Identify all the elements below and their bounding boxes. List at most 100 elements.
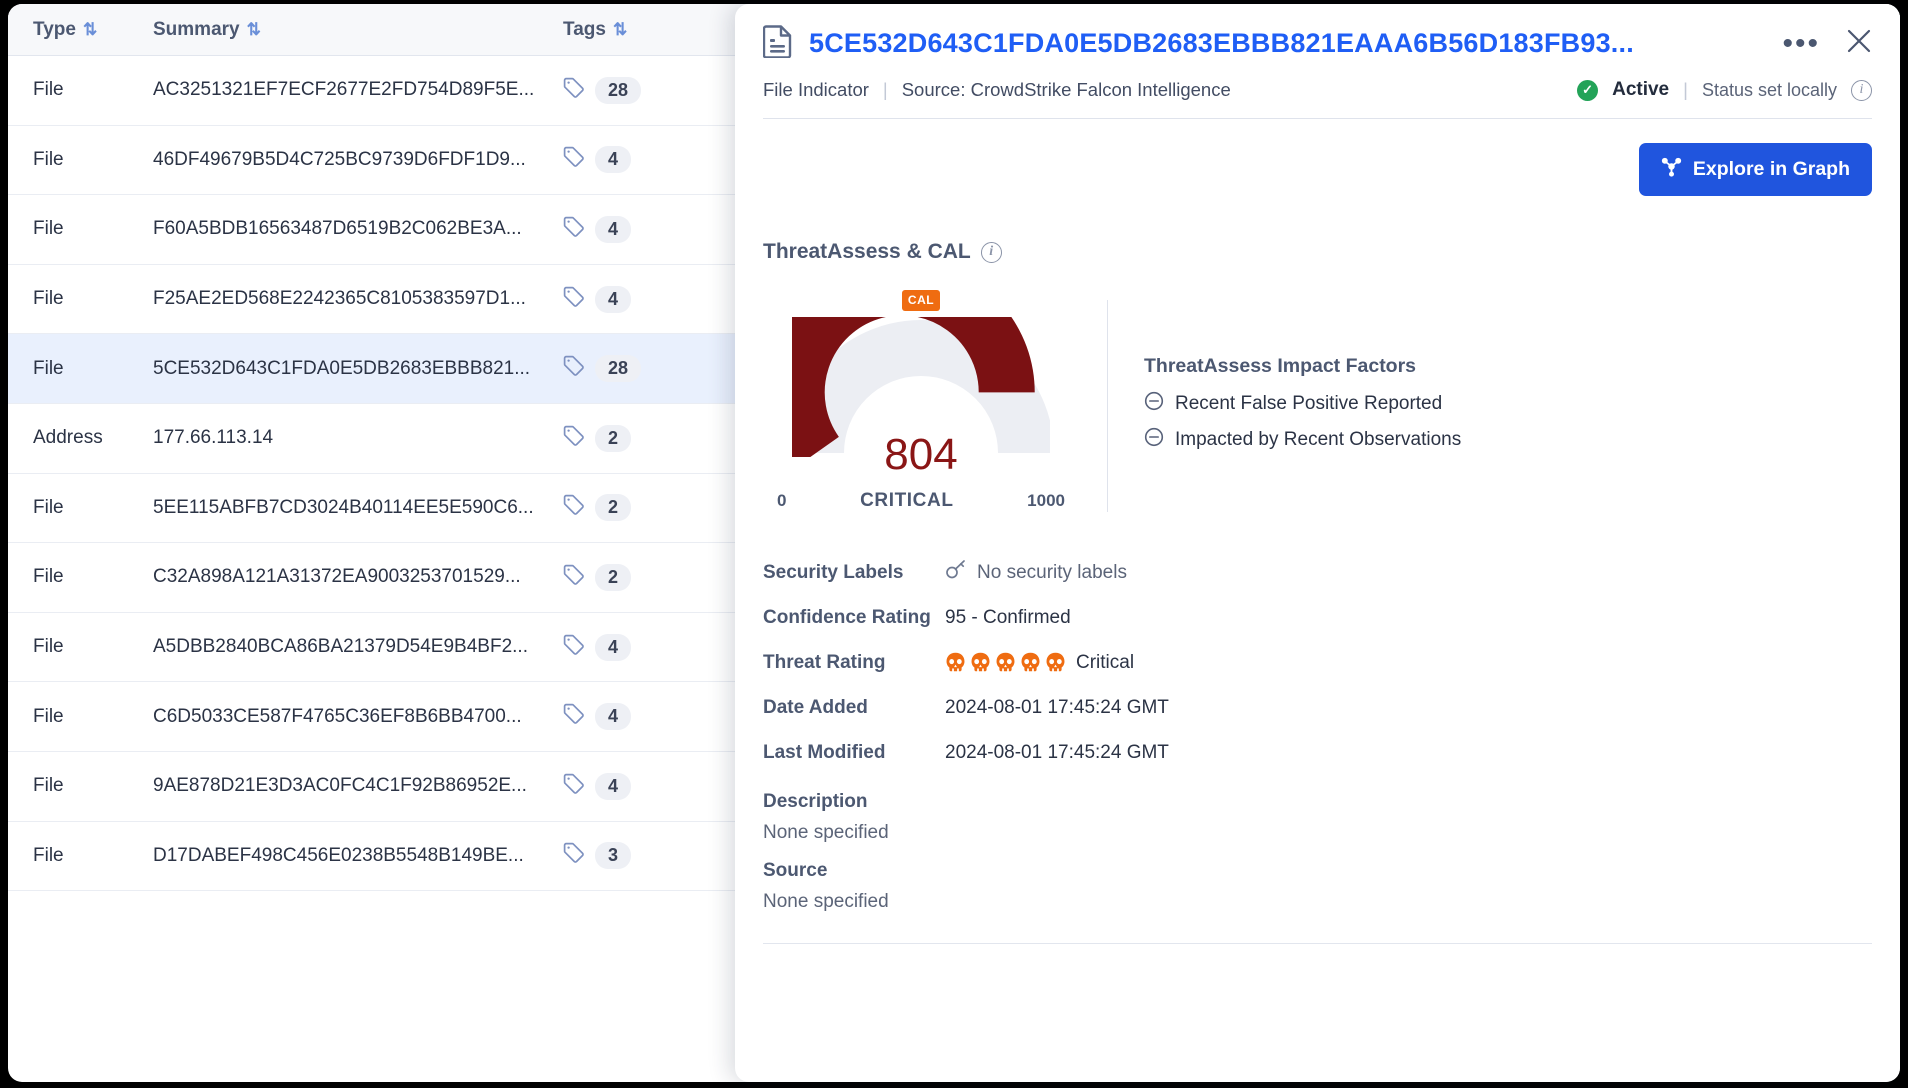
minus-circle-icon [1144, 391, 1164, 417]
tag-icon [563, 146, 585, 173]
panel-subheader: File Indicator | Source: CrowdStrike Fal… [763, 79, 1872, 101]
sort-icon[interactable]: ⇅ [83, 21, 95, 38]
sort-icon[interactable]: ⇅ [247, 21, 259, 38]
field-row: Confidence Rating95 - Confirmed [763, 595, 1872, 640]
cell-summary: F25AE2ED568E2242365C8105383597D1... [153, 288, 563, 310]
column-header-tags[interactable]: Tags ⇅ [563, 19, 625, 41]
detail-fields: Security LabelsNo security labelsConfide… [763, 550, 1872, 775]
panel-title-row: 5CE532D643C1FDA0E5DB2683EBBB821EAAA6B56D… [763, 24, 1872, 63]
cell-type: File [33, 845, 153, 867]
field-value-text: Critical [1076, 652, 1134, 674]
divider: | [1683, 79, 1688, 101]
cell-type: File [33, 566, 153, 588]
document-icon [763, 24, 793, 63]
detail-block: SourceNone specified [763, 860, 1872, 913]
field-value-text: 2024-08-01 17:45:24 GMT [945, 697, 1169, 719]
cell-type: File [33, 149, 153, 171]
cell-tags: 2 [563, 425, 631, 452]
field-row: Date Added2024-08-01 17:45:24 GMT [763, 685, 1872, 730]
tag-icon [563, 355, 585, 382]
field-row: Last Modified2024-08-01 17:45:24 GMT [763, 730, 1872, 775]
cell-tags: 4 [563, 216, 631, 243]
tag-count: 2 [595, 425, 631, 452]
cell-type: Address [33, 427, 153, 449]
cell-summary: A5DBB2840BCA86BA21379D54E9B4BF2... [153, 636, 563, 658]
indicator-type-label: File Indicator [763, 79, 869, 101]
cell-type: File [33, 636, 153, 658]
field-value: 2024-08-01 17:45:24 GMT [945, 697, 1169, 719]
column-header-summary-label: Summary [153, 19, 240, 41]
gauge-score-value: 804 [763, 430, 1079, 480]
field-label: Confidence Rating [763, 607, 945, 629]
panel-header-actions: ••• [1782, 28, 1872, 59]
gauge-min-label: 0 [777, 491, 786, 511]
tag-count: 4 [595, 286, 631, 313]
tag-icon [563, 773, 585, 800]
gauge-footer: 0 CRITICAL 1000 [763, 490, 1079, 512]
tag-count: 4 [595, 634, 631, 661]
close-icon[interactable] [1846, 28, 1872, 59]
cell-summary: 9AE878D21E3D3AC0FC4C1F92B86952E... [153, 775, 563, 797]
field-row: Threat RatingCritical [763, 640, 1872, 685]
cell-type: File [33, 497, 153, 519]
detail-blocks: DescriptionNone specifiedSourceNone spec… [763, 791, 1872, 913]
key-icon [945, 560, 967, 586]
page-title[interactable]: 5CE532D643C1FDA0E5DB2683EBBB821EAAA6B56D… [809, 28, 1766, 59]
column-header-type[interactable]: Type ⇅ [33, 19, 153, 41]
field-value: No security labels [945, 560, 1127, 586]
status-note: Status set locally [1702, 80, 1837, 101]
tag-icon [563, 425, 585, 452]
sort-icon[interactable]: ⇅ [613, 21, 625, 38]
explore-in-graph-label: Explore in Graph [1693, 158, 1850, 181]
column-header-type-label: Type [33, 19, 76, 41]
cell-type: File [33, 79, 153, 101]
check-circle-icon: ✓ [1577, 80, 1598, 101]
column-header-summary[interactable]: Summary ⇅ [153, 19, 563, 41]
cell-type: File [33, 775, 153, 797]
panel-subheader-left: File Indicator | Source: CrowdStrike Fal… [763, 79, 1231, 101]
impact-factor-label: Impacted by Recent Observations [1175, 429, 1461, 451]
field-value: 2024-08-01 17:45:24 GMT [945, 742, 1169, 764]
tag-count: 4 [595, 703, 631, 730]
indicator-detail-panel: 5CE532D643C1FDA0E5DB2683EBBB821EAAA6B56D… [735, 4, 1900, 1082]
cell-summary: 5EE115ABFB7CD3024B40114EE5E590C6... [153, 497, 563, 519]
bottom-divider [763, 943, 1872, 944]
tag-icon [563, 286, 585, 313]
info-icon[interactable]: i [1851, 80, 1872, 101]
tag-count: 2 [595, 494, 631, 521]
cell-type: File [33, 288, 153, 310]
cell-summary: C6D5033CE587F4765C36EF8B6BB4700... [153, 706, 563, 728]
tag-icon [563, 216, 585, 243]
block-title: Description [763, 791, 1872, 813]
block-title: Source [763, 860, 1872, 882]
tag-icon [563, 703, 585, 730]
divider: | [883, 79, 888, 101]
tag-count: 4 [595, 146, 631, 173]
more-options-icon[interactable]: ••• [1782, 38, 1820, 50]
tag-count: 28 [595, 77, 641, 104]
explore-in-graph-button[interactable]: Explore in Graph [1639, 143, 1872, 196]
graph-node-icon [1661, 156, 1682, 183]
field-row: Security LabelsNo security labels [763, 550, 1872, 595]
cell-tags: 3 [563, 842, 631, 869]
tag-icon [563, 77, 585, 104]
impact-factors-title: ThreatAssess Impact Factors [1144, 355, 1461, 378]
impact-factor-item: Impacted by Recent Observations [1144, 427, 1461, 453]
cell-tags: 4 [563, 286, 631, 313]
cell-tags: 4 [563, 703, 631, 730]
field-value-text: 95 - Confirmed [945, 607, 1071, 629]
threatassess-row: CAL 804 0 CRITICAL 1000 [763, 290, 1872, 512]
explore-row: Explore in Graph [763, 119, 1872, 196]
cell-summary: 46DF49679B5D4C725BC9739D6FDF1D9... [153, 149, 563, 171]
cell-tags: 2 [563, 564, 631, 591]
screen: Type ⇅ Summary ⇅ Tags ⇅ FileAC3251321EF7… [0, 0, 1908, 1088]
cell-tags: 4 [563, 773, 631, 800]
cell-tags: 4 [563, 146, 631, 173]
field-label: Date Added [763, 697, 945, 719]
tag-icon [563, 842, 585, 869]
tag-count: 4 [595, 216, 631, 243]
cell-summary: 177.66.113.14 [153, 427, 563, 449]
minus-circle-icon [1144, 427, 1164, 453]
info-icon[interactable]: i [981, 242, 1002, 263]
threatassess-section-title: ThreatAssess & CAL i [763, 240, 1872, 264]
